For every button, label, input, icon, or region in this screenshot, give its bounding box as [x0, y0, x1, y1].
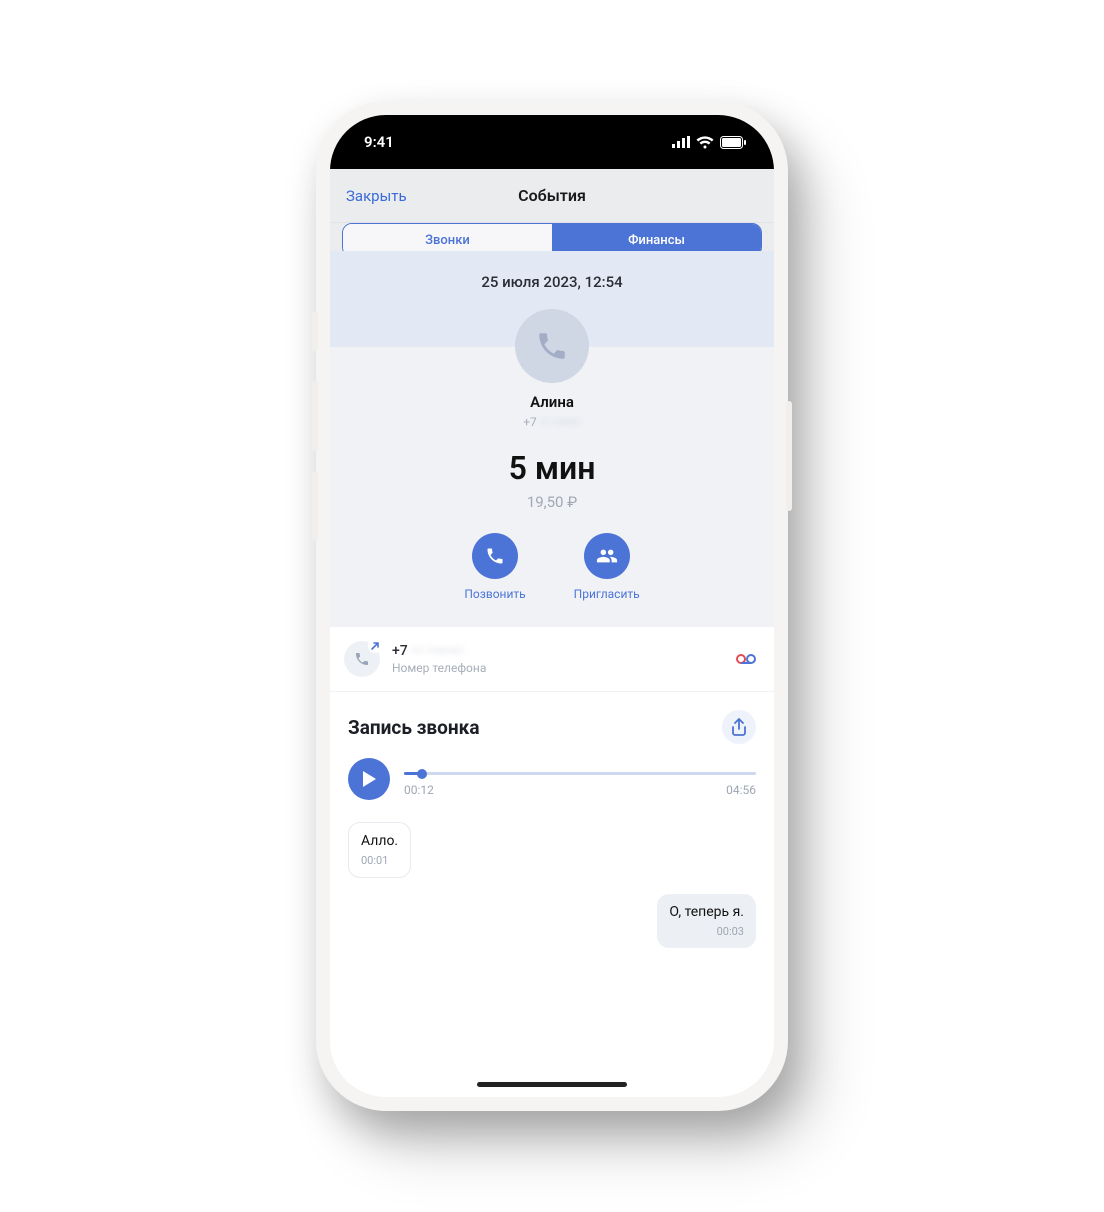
call-actions: Позвонить Пригласить — [330, 533, 774, 627]
screen: 9:41 Закрыть События Звонки Финансы 25 и… — [330, 115, 774, 1097]
recording-header: Запись звонка — [330, 692, 774, 750]
call-detail: Алина +7 ··· ···-··-·· 5 мин 19,50 ₽ Поз… — [330, 347, 774, 627]
status-time: 9:41 — [364, 133, 394, 151]
phone-number-text: +7 ··· ···-··-·· Номер телефона — [392, 643, 724, 675]
home-indicator[interactable] — [477, 1082, 627, 1087]
transcript-text: Алло. — [361, 833, 398, 850]
cellular-icon — [672, 136, 690, 148]
outgoing-call-icon — [344, 641, 380, 677]
wifi-icon — [696, 136, 714, 149]
action-call[interactable]: Позвонить — [464, 533, 525, 601]
transcript-row: Алло. 00:01 — [348, 822, 756, 878]
notch — [447, 115, 657, 153]
volume-up-button — [312, 381, 318, 451]
battery-icon — [720, 136, 746, 149]
action-call-label: Позвонить — [464, 587, 525, 601]
call-summary-card: 25 июля 2023, 12:54 — [330, 251, 774, 347]
phone-number-sublabel: Номер телефона — [392, 661, 724, 675]
side-button — [312, 311, 318, 351]
status-icons — [672, 136, 746, 149]
transcript-bubble-outgoing: О, теперь я. 00:03 — [657, 894, 756, 948]
page-title: События — [518, 186, 586, 205]
phone-number-prefix: +7 — [392, 643, 408, 659]
contact-phone: +7 ··· ···-··-·· — [330, 415, 774, 429]
power-button — [786, 401, 792, 511]
phone-number: +7 ··· ···-··-·· — [392, 643, 724, 659]
transcript-text: О, теперь я. — [669, 904, 744, 921]
transcript: Алло. 00:01 О, теперь я. 00:03 — [330, 814, 774, 948]
seek-bar — [404, 772, 756, 775]
share-icon — [731, 718, 747, 736]
play-button[interactable] — [348, 758, 390, 800]
contact-name: Алина — [330, 393, 774, 411]
header: Закрыть События — [330, 169, 774, 223]
call-icon — [472, 533, 518, 579]
transcript-time: 00:01 — [361, 854, 398, 867]
outgoing-arrow-icon — [368, 639, 382, 653]
voicemail-icon — [736, 653, 756, 665]
seek-times: 00:12 04:56 — [404, 783, 756, 797]
time-elapsed: 00:12 — [404, 783, 434, 797]
phone-frame: 9:41 Закрыть События Звонки Финансы 25 и… — [316, 101, 788, 1111]
transcript-row: О, теперь я. 00:03 — [348, 894, 756, 948]
action-invite[interactable]: Пригласить — [574, 533, 640, 601]
seek-track[interactable]: 00:12 04:56 — [404, 758, 756, 797]
seek-knob[interactable] — [417, 769, 427, 779]
details-section: +7 ··· ···-··-·· Номер телефона Запись з… — [330, 627, 774, 1097]
audio-player: 00:12 04:56 — [330, 750, 774, 814]
time-total: 04:56 — [726, 783, 756, 797]
close-button[interactable]: Закрыть — [346, 187, 407, 205]
transcript-time: 00:03 — [669, 925, 744, 938]
phone-number-row[interactable]: +7 ··· ···-··-·· Номер телефона — [330, 627, 774, 692]
contact-phone-hidden: ··· ···-··-·· — [540, 415, 581, 429]
call-duration: 5 мин — [330, 449, 774, 487]
recording-title: Запись звонка — [348, 716, 480, 739]
action-invite-label: Пригласить — [574, 587, 640, 601]
play-icon — [361, 770, 377, 788]
invite-icon — [584, 533, 630, 579]
call-cost: 19,50 ₽ — [330, 493, 774, 511]
share-button[interactable] — [722, 710, 756, 744]
volume-down-button — [312, 471, 318, 541]
call-date: 25 июля 2023, 12:54 — [330, 273, 774, 291]
contact-phone-prefix: +7 — [523, 415, 537, 429]
transcript-bubble-incoming: Алло. 00:01 — [348, 822, 411, 878]
phone-number-hidden: ··· ···-··-·· — [411, 643, 464, 659]
